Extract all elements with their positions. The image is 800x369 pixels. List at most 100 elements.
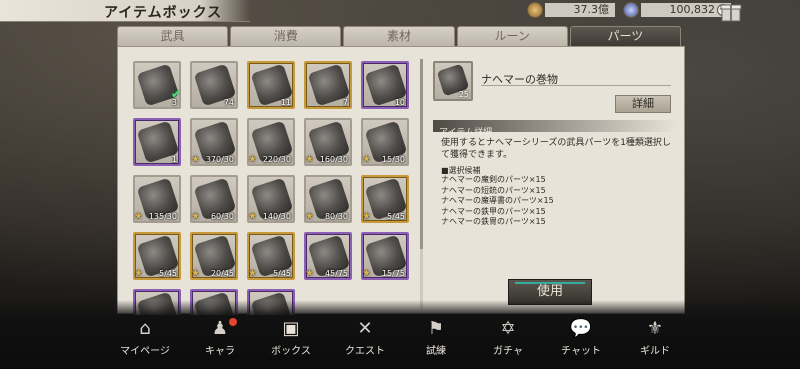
gacha-icon: ✡ bbox=[500, 318, 516, 339]
star-icon: ★ bbox=[248, 211, 257, 222]
item-count: 370/30 bbox=[205, 155, 234, 164]
nav-label: ガチャ bbox=[493, 346, 523, 357]
item-slot[interactable]: ★ 60/30 bbox=[190, 175, 238, 223]
nav-item-2[interactable]: ▣ ボックス bbox=[256, 318, 326, 366]
item-slot[interactable]: ★ 15/75 bbox=[361, 232, 409, 280]
nav-item-0[interactable]: ⌂ マイページ bbox=[110, 318, 180, 366]
item-slot[interactable]: ★ 5/45 bbox=[133, 232, 181, 280]
star-icon: ★ bbox=[305, 211, 314, 222]
star-icon: ★ bbox=[305, 154, 314, 165]
item-slot[interactable]: 11 bbox=[247, 61, 295, 109]
tab-1[interactable]: 消費 bbox=[230, 26, 342, 46]
title-banner: アイテムボックス bbox=[0, 0, 250, 22]
nav-label: ギルド bbox=[640, 346, 670, 357]
candidates-list: ナヘマーの魔剣のパーツ×15 ナヘマーの短銃のパーツ×15 ナヘマーの魔導書のパ… bbox=[441, 175, 554, 228]
notification-badge bbox=[229, 318, 237, 326]
item-count: 3 bbox=[171, 98, 177, 107]
item-slot[interactable]: ★ 20/45 bbox=[190, 232, 238, 280]
chat-icon: 💬 bbox=[569, 318, 593, 339]
star-icon: ★ bbox=[305, 268, 314, 279]
candidate-item: ナヘマーの魔導書のパーツ×15 bbox=[441, 196, 554, 205]
item-count: 80/30 bbox=[324, 212, 348, 221]
nav-label: チャット bbox=[561, 346, 601, 357]
item-slot[interactable]: ★ 5/45 bbox=[361, 175, 409, 223]
nav-item-7[interactable]: ⚜ ギルド bbox=[620, 318, 690, 366]
item-panel: ✔ 3 74 11 7 10 1 ★ 370/30 ★ 220/30 ★ 160/30 ★ 15/30 ★ 13… bbox=[117, 46, 685, 315]
guild-icon: ⚜ bbox=[646, 318, 664, 339]
tab-4[interactable]: パーツ bbox=[569, 26, 682, 46]
nav-item-5[interactable]: ✡ ガチャ bbox=[473, 318, 543, 366]
candidate-item: ナヘマーの魔剣のパーツ×15 bbox=[441, 175, 546, 184]
star-icon: ★ bbox=[362, 211, 371, 222]
detail-button[interactable]: 詳細 bbox=[615, 95, 671, 113]
candidate-item: ナヘマーの短銃のパーツ×15 bbox=[441, 185, 546, 195]
gem-icon bbox=[623, 2, 639, 18]
item-slot[interactable]: ★ 135/30 bbox=[133, 175, 181, 223]
nav-label: クエスト bbox=[345, 346, 385, 357]
item-slot[interactable]: ★ 15/30 bbox=[361, 118, 409, 166]
item-count: 15/30 bbox=[381, 155, 405, 164]
nav-item-3[interactable]: ✕ クエスト bbox=[330, 318, 400, 366]
item-slot[interactable]: ★ 160/30 bbox=[304, 118, 352, 166]
item-slot[interactable]: ★ 45/75 bbox=[304, 232, 352, 280]
candidate-item: ナヘマーの鉄甲のパーツ×15 bbox=[441, 206, 546, 216]
category-tabs: 武具 消費 素材 ルーン パーツ bbox=[117, 26, 683, 46]
item-count: 10 bbox=[394, 98, 405, 107]
item-slot[interactable]: ★ 370/30 bbox=[190, 118, 238, 166]
item-slot[interactable]: 1 bbox=[133, 118, 181, 166]
item-slot[interactable]: ★ 140/30 bbox=[247, 175, 295, 223]
item-slot[interactable]: ✔ 3 bbox=[133, 61, 181, 109]
item-count: 20/45 bbox=[210, 269, 234, 278]
selected-item-count: 25 bbox=[458, 90, 469, 99]
nav-item-1[interactable]: ♟ キャラ bbox=[185, 318, 255, 366]
coin-value: 37.3億 bbox=[545, 3, 615, 17]
item-count: 220/30 bbox=[262, 155, 291, 164]
item-slot[interactable]: 74 bbox=[190, 61, 238, 109]
bottom-nav: ⌂ マイページ ♟ キャラ ▣ ボックス ✕ クエスト ⚑ 試練 ✡ ガチャ 💬 チャット ⚜ ギルド bbox=[0, 318, 800, 369]
star-icon: ★ bbox=[248, 154, 257, 165]
candidate-item: ナヘマーの鉄冑のパーツ×15 bbox=[441, 217, 546, 226]
nav-label: キャラ bbox=[205, 346, 235, 357]
star-icon: ★ bbox=[248, 268, 257, 279]
gem-counter: 100,832 + bbox=[623, 2, 731, 18]
star-icon: ★ bbox=[191, 211, 200, 222]
item-count: 74 bbox=[223, 98, 234, 107]
item-count: 135/30 bbox=[148, 212, 177, 221]
item-count: 5/45 bbox=[387, 212, 405, 221]
item-count: 5/45 bbox=[273, 269, 291, 278]
item-count: 45/75 bbox=[324, 269, 348, 278]
nav-label: 試練 bbox=[426, 346, 446, 357]
tab-3[interactable]: ルーン bbox=[456, 26, 568, 46]
coin-counter: 37.3億 bbox=[527, 2, 615, 18]
item-count: 60/30 bbox=[210, 212, 234, 221]
item-description: 使用するとナヘマーシリーズの武具パーツを1種類選択して獲得できます。 bbox=[441, 138, 671, 160]
gift-icon[interactable] bbox=[718, 0, 744, 22]
item-count: 7 bbox=[342, 98, 348, 107]
item-slot[interactable]: ★ 5/45 bbox=[247, 232, 295, 280]
item-count: 140/30 bbox=[262, 212, 291, 221]
item-count: 11 bbox=[280, 98, 291, 107]
item-slot[interactable]: 10 bbox=[361, 61, 409, 109]
home-icon: ⌂ bbox=[139, 318, 151, 339]
star-icon: ★ bbox=[362, 154, 371, 165]
item-slot[interactable]: 7 bbox=[304, 61, 352, 109]
star-icon: ★ bbox=[134, 268, 143, 279]
item-slot[interactable]: ★ 220/30 bbox=[247, 118, 295, 166]
page-title: アイテムボックス bbox=[104, 5, 223, 21]
nav-label: マイページ bbox=[120, 346, 170, 357]
star-icon: ★ bbox=[134, 211, 143, 222]
tab-2[interactable]: 素材 bbox=[343, 26, 455, 46]
grid-scrollbar[interactable] bbox=[420, 59, 423, 309]
coin-icon bbox=[527, 2, 543, 18]
item-detail-pane: 25 ナヘマーの巻物 詳細 アイテム詳細 使用するとナヘマーシリーズの武具パーツ… bbox=[429, 57, 681, 309]
nav-item-4[interactable]: ⚑ 試練 bbox=[401, 318, 471, 366]
item-count: 15/75 bbox=[381, 269, 405, 278]
star-icon: ★ bbox=[362, 268, 371, 279]
tab-0[interactable]: 武具 bbox=[117, 26, 229, 46]
item-slot[interactable]: ★ 80/30 bbox=[304, 175, 352, 223]
nav-item-6[interactable]: 💬 チャット bbox=[546, 318, 616, 366]
scrollbar-thumb[interactable] bbox=[420, 59, 423, 249]
star-icon: ★ bbox=[191, 268, 200, 279]
name-divider bbox=[481, 85, 671, 86]
section-header: アイテム詳細 bbox=[433, 120, 677, 138]
